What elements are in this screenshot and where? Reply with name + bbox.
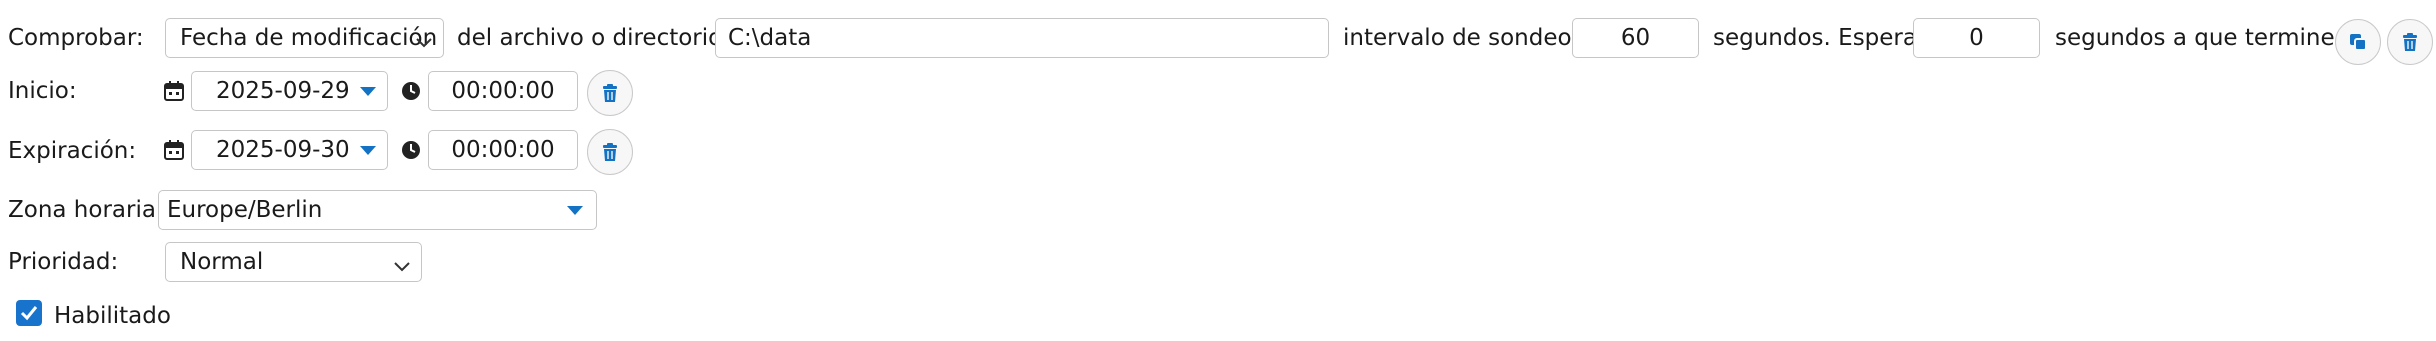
start-date-value: 2025-09-29 [216, 78, 350, 104]
expiry-time-input[interactable]: 00:00:00 [428, 130, 578, 170]
clear-start-button[interactable] [587, 70, 633, 116]
poll-interval-input[interactable]: 60 [1572, 18, 1699, 58]
path-value: C:\data [728, 25, 812, 51]
trash-icon [2399, 31, 2421, 53]
check-mode-select[interactable]: Fecha de modificación [165, 18, 444, 58]
chevron-down-icon [413, 27, 435, 49]
trash-icon [599, 82, 621, 104]
chevron-down-icon [391, 251, 413, 273]
check-label: Comprobar: [8, 25, 144, 51]
copy-icon [2347, 31, 2369, 53]
enabled-checkbox[interactable] [16, 300, 42, 326]
wait-seconds-input[interactable]: 0 [1913, 18, 2040, 58]
expiry-date-picker[interactable]: 2025-09-30 [191, 130, 388, 170]
calendar-icon [163, 80, 185, 102]
clock-icon [400, 80, 422, 102]
calendar-icon [163, 139, 185, 161]
start-time-input[interactable]: 00:00:00 [428, 71, 578, 111]
wait-suffix-text: segundos a que termine. [2055, 25, 2342, 51]
enabled-label[interactable]: Habilitado [54, 299, 171, 333]
expiry-time-value: 00:00:00 [451, 137, 555, 163]
trash-icon [599, 141, 621, 163]
timezone-value: Europe/Berlin [167, 197, 323, 223]
clock-icon [400, 139, 422, 161]
path-input[interactable]: C:\data [715, 18, 1329, 58]
priority-label: Prioridad: [8, 249, 119, 275]
dropdown-arrow-icon[interactable] [560, 191, 590, 229]
start-label: Inicio: [8, 78, 77, 104]
start-time-value: 00:00:00 [451, 78, 555, 104]
wait-seconds-value: 0 [1969, 25, 1984, 51]
expiry-label: Expiración: [8, 138, 137, 164]
check-mode-value: Fecha de modificación [180, 25, 438, 51]
poll-interval-label: intervalo de sondeo: [1343, 25, 1580, 51]
poll-interval-value: 60 [1620, 25, 1651, 51]
copy-button[interactable] [2335, 19, 2381, 65]
wait-text: segundos. Esperar [1713, 25, 1927, 51]
priority-select[interactable]: Normal [165, 242, 422, 282]
start-date-picker[interactable]: 2025-09-29 [191, 71, 388, 111]
of-file-text: del archivo o directorio [457, 25, 723, 51]
delete-task-button[interactable] [2387, 19, 2433, 65]
clear-expiry-button[interactable] [587, 129, 633, 175]
expiry-date-value: 2025-09-30 [216, 137, 350, 163]
dropdown-arrow-icon[interactable] [353, 131, 383, 169]
timezone-label: Zona horaria: [8, 197, 164, 223]
priority-value: Normal [180, 249, 264, 275]
checkmark-icon [19, 303, 39, 323]
timezone-select[interactable]: Europe/Berlin [158, 190, 597, 230]
dropdown-arrow-icon[interactable] [353, 72, 383, 110]
